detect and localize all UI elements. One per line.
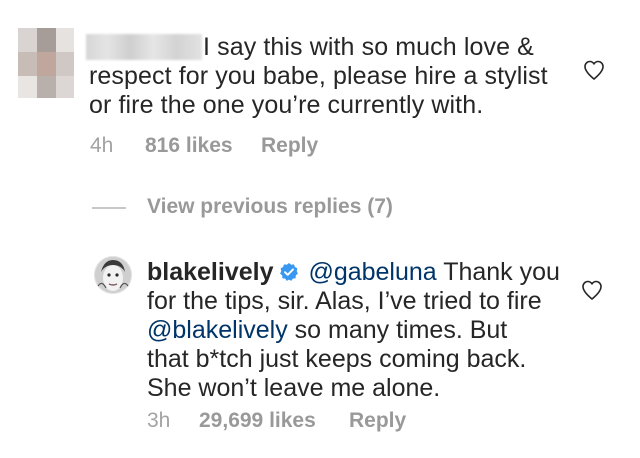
reply-text-line-4: that b*tch just keeps coming back.	[147, 345, 527, 373]
reply-text-line-1: blakelively @gabeluna Thank you	[147, 258, 560, 287]
reply-username[interactable]: blakelively	[147, 258, 273, 286]
comment-1-time: 4h	[90, 134, 114, 157]
username-redacted[interactable]	[86, 34, 202, 60]
verified-badge-icon	[280, 263, 299, 281]
comment-1-text-line-3: or fire the one you’re currently with.	[89, 91, 484, 119]
reply-line-1-rest: Thank you	[436, 258, 560, 286]
view-previous-replies-button[interactable]: View previous replies (7)	[147, 195, 393, 219]
avatar-redacted[interactable]	[18, 28, 74, 98]
comment-thread: I say this with so much love & respect f…	[0, 0, 640, 458]
mention-gabeluna[interactable]: @gabeluna	[308, 258, 436, 286]
replies-divider-line	[92, 207, 126, 209]
reply-reply-button[interactable]: Reply	[349, 409, 406, 433]
reply-likes[interactable]: 29,699 likes	[199, 409, 316, 433]
reply-text-line-3: @blakelively so many times. But	[147, 316, 507, 345]
heart-icon[interactable]	[582, 58, 606, 82]
reply-text-line-2: for the tips, sir. Alas, I’ve tried to f…	[147, 287, 542, 315]
mention-blakelively[interactable]: @blakelively	[147, 316, 288, 344]
reply-text-line-5: She won’t leave me alone.	[147, 374, 441, 402]
heart-icon[interactable]	[580, 278, 604, 302]
comment-1-text-line-2: respect for you babe, please hire a styl…	[89, 62, 548, 90]
avatar[interactable]	[94, 256, 132, 294]
comment-1-reply-button[interactable]: Reply	[261, 134, 318, 158]
avatar-image	[94, 256, 132, 294]
reply-line-3-rest: so many times. But	[287, 316, 508, 344]
comment-1-text-line-1: I say this with so much love &	[203, 33, 534, 61]
comment-1-likes[interactable]: 816 likes	[145, 134, 233, 158]
reply-time: 3h	[147, 409, 171, 432]
